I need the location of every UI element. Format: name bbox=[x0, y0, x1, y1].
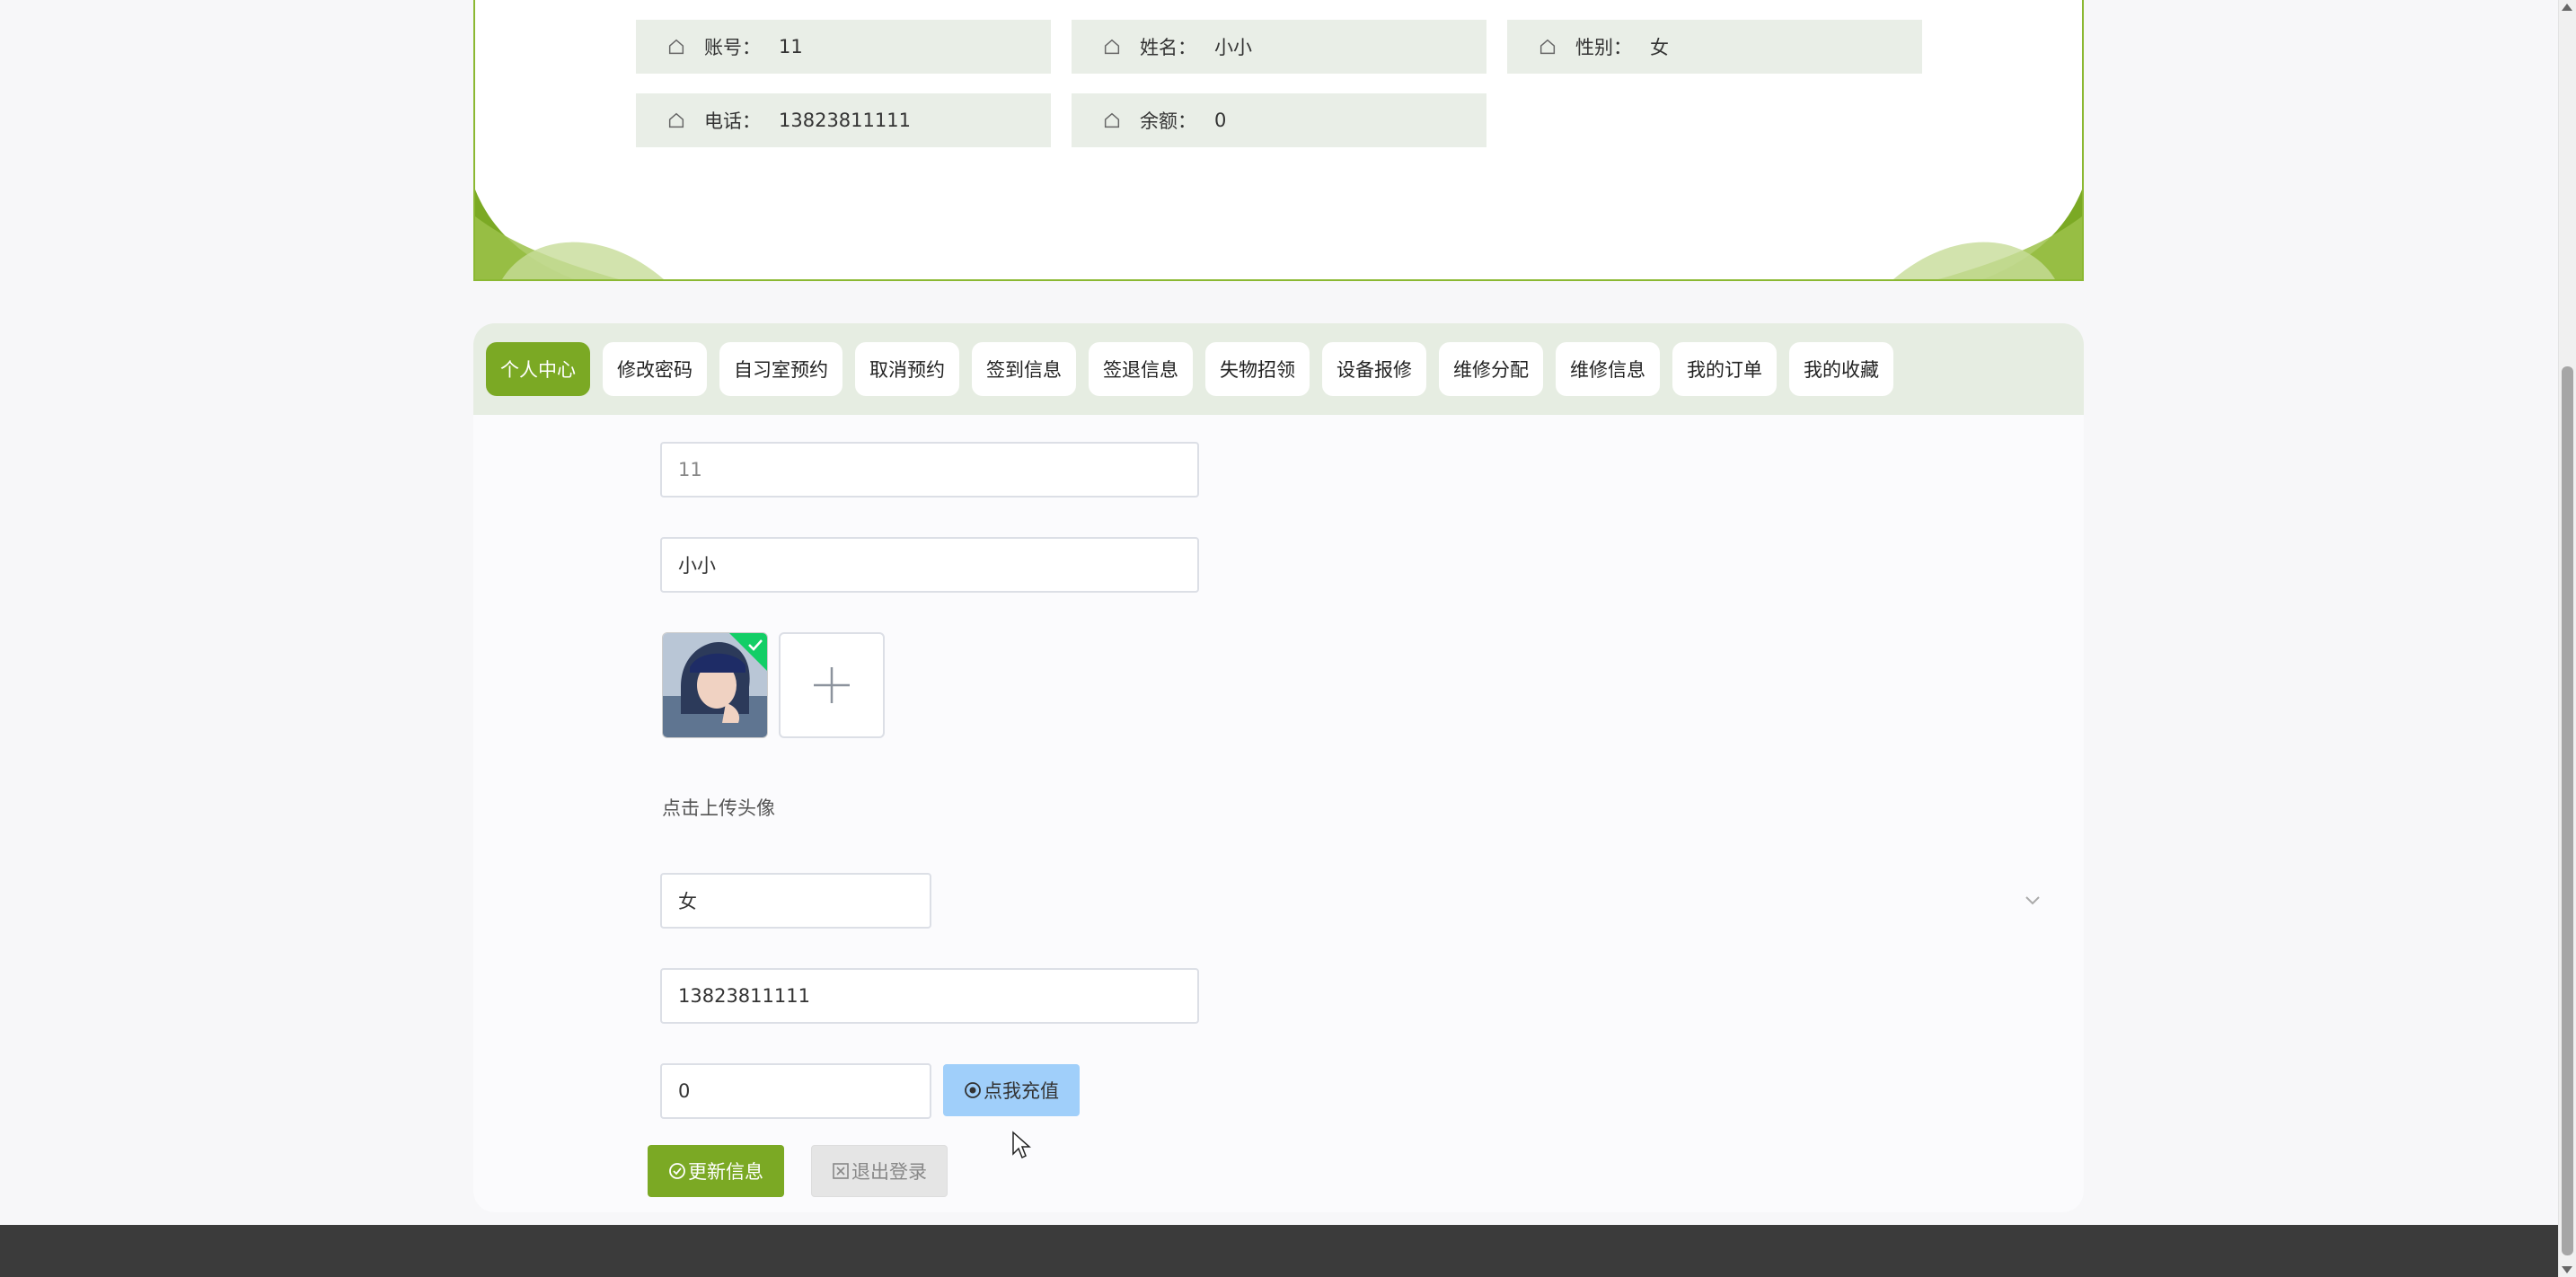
profile-form: *账号 11 姓名 小小 头像 点击上传头像 性别 女 电话 138238111… bbox=[473, 415, 2084, 1212]
home-icon bbox=[1104, 112, 1120, 128]
scroll-down-icon[interactable] bbox=[2562, 1266, 2572, 1273]
chevron-down-icon[interactable] bbox=[2025, 895, 2041, 906]
summary-balance-label: 余额： bbox=[1140, 110, 1196, 132]
summary-gender: 性别： 女 bbox=[1507, 20, 1922, 74]
summary-gender-label: 性别： bbox=[1575, 37, 1632, 58]
tab-repair-info[interactable]: 维修信息 bbox=[1556, 342, 1660, 396]
center-tabs: 个人中心 修改密码 自习室预约 取消预约 签到信息 签退信息 失物招领 设备报修… bbox=[473, 323, 2084, 415]
tab-repair-assignment[interactable]: 维修分配 bbox=[1439, 342, 1543, 396]
home-icon bbox=[1104, 39, 1120, 55]
tab-my-favorites[interactable]: 我的收藏 bbox=[1789, 342, 1893, 396]
logout-label: 退出登录 bbox=[851, 1161, 927, 1183]
leaf-decoration-left bbox=[475, 189, 664, 279]
home-icon bbox=[668, 39, 684, 55]
tab-lost-and-found[interactable]: 失物招领 bbox=[1205, 342, 1310, 396]
avatar-upload-hint: 点击上传头像 bbox=[662, 797, 775, 819]
balance-input[interactable]: 0 bbox=[660, 1063, 931, 1119]
recharge-label: 点我充值 bbox=[984, 1080, 1059, 1102]
summary-phone: 电话： 13823811111 bbox=[636, 93, 1051, 147]
tab-personal-center[interactable]: 个人中心 bbox=[486, 342, 590, 396]
summary-account-value: 11 bbox=[779, 36, 803, 57]
update-label: 更新信息 bbox=[688, 1161, 763, 1183]
scroll-up-icon[interactable] bbox=[2562, 4, 2572, 11]
avatar-upload-button[interactable] bbox=[779, 632, 885, 738]
check-badge-icon bbox=[729, 633, 767, 671]
summary-balance-value: 0 bbox=[1214, 110, 1227, 131]
wallet-icon bbox=[965, 1082, 981, 1098]
tab-study-room-booking[interactable]: 自习室预约 bbox=[719, 342, 842, 396]
check-circle-icon bbox=[669, 1163, 685, 1179]
tab-sign-in-info[interactable]: 签到信息 bbox=[972, 342, 1076, 396]
tab-sign-out-info[interactable]: 签退信息 bbox=[1089, 342, 1193, 396]
leaf-decoration-right bbox=[1893, 189, 2082, 279]
account-input[interactable]: 11 bbox=[660, 442, 1199, 498]
tab-change-password[interactable]: 修改密码 bbox=[603, 342, 707, 396]
avatar-image[interactable] bbox=[662, 632, 768, 738]
summary-name-label: 姓名： bbox=[1140, 37, 1196, 58]
summary-name-value: 小小 bbox=[1214, 37, 1252, 58]
scrollbar-thumb[interactable] bbox=[2562, 366, 2573, 1255]
phone-input[interactable]: 13823811111 bbox=[660, 968, 1199, 1024]
summary-gender-value: 女 bbox=[1650, 37, 1669, 58]
mouse-cursor-icon bbox=[1012, 1131, 1031, 1159]
plus-icon bbox=[814, 667, 850, 703]
home-icon bbox=[1539, 39, 1556, 55]
tab-my-orders[interactable]: 我的订单 bbox=[1672, 342, 1777, 396]
home-icon bbox=[668, 112, 684, 128]
tab-cancel-booking[interactable]: 取消预约 bbox=[855, 342, 959, 396]
name-input[interactable]: 小小 bbox=[660, 537, 1199, 593]
footer-bar bbox=[0, 1225, 2576, 1277]
summary-phone-label: 电话： bbox=[704, 110, 761, 132]
summary-account-label: 账号： bbox=[704, 37, 761, 58]
recharge-button[interactable]: 点我充值 bbox=[943, 1064, 1080, 1116]
summary-balance: 余额： 0 bbox=[1072, 93, 1486, 147]
summary-name: 姓名： 小小 bbox=[1072, 20, 1486, 74]
close-square-icon bbox=[833, 1163, 849, 1179]
gender-select[interactable]: 女 bbox=[660, 873, 931, 929]
logout-button[interactable]: 退出登录 bbox=[811, 1145, 948, 1197]
summary-phone-value: 13823811111 bbox=[779, 110, 911, 131]
profile-summary-card: 账号： 11 姓名： 小小 性别： 女 电话： 13823811111 余额： … bbox=[473, 0, 2084, 281]
summary-account: 账号： 11 bbox=[636, 20, 1051, 74]
tab-equipment-repair[interactable]: 设备报修 bbox=[1322, 342, 1426, 396]
update-info-button[interactable]: 更新信息 bbox=[648, 1145, 784, 1197]
